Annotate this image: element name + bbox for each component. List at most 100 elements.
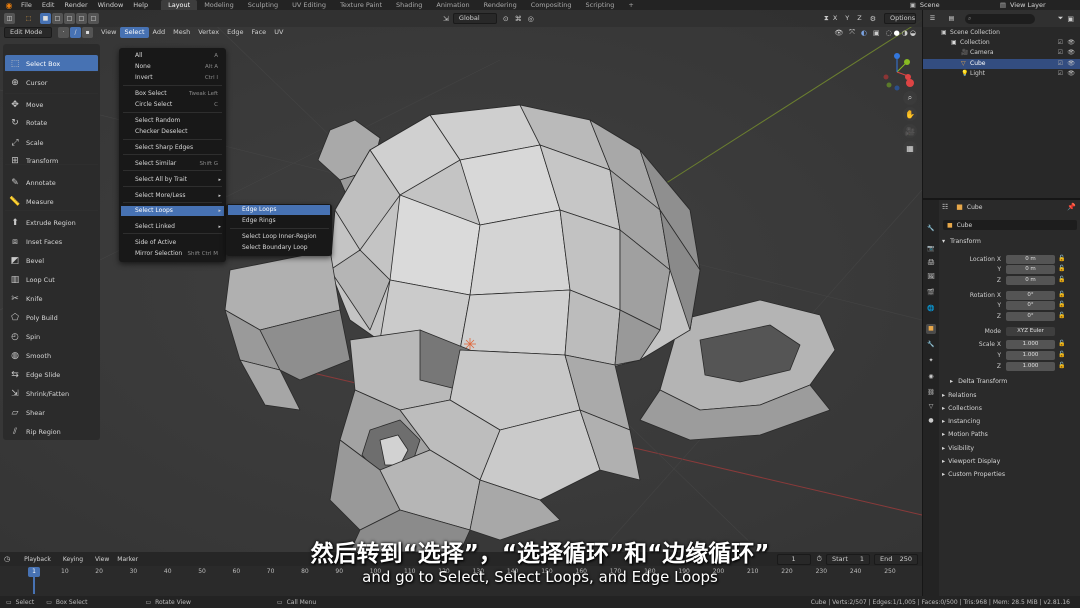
tool-inset-faces[interactable]: ⧈ Inset Faces	[5, 233, 98, 250]
lock-icon[interactable]: 🔓	[1058, 340, 1065, 347]
visibility-eye-icon[interactable]: 👁	[1067, 38, 1075, 48]
edge-select-icon[interactable]: /	[70, 27, 81, 38]
data-tab-icon[interactable]: ▽	[926, 402, 936, 412]
tool-transform[interactable]: ⊞ Transform	[5, 152, 98, 169]
outliner-row-camera[interactable]: 🎥 Camera ☑ 👁	[923, 48, 1080, 58]
scale-z-field[interactable]: 1.000	[1006, 362, 1055, 371]
tool-measure[interactable]: 📏 Measure	[5, 193, 98, 210]
workspace-tab-rendering[interactable]: Rendering	[477, 0, 524, 10]
select-menu-item-box-select[interactable]: Box Select Tweak Left	[121, 89, 224, 99]
select-menu-item-select-more-less[interactable]: Select More/Less ▸	[121, 191, 224, 201]
exclude-checkbox-icon[interactable]: ☑	[1058, 48, 1063, 58]
menu-file[interactable]: File	[16, 0, 37, 10]
tool-smooth[interactable]: ◍ Smooth	[5, 347, 98, 364]
rotation-x-field[interactable]: 0°	[1006, 291, 1055, 300]
menu-render[interactable]: Render	[59, 0, 92, 10]
select-menu-item-select-all-by-trait[interactable]: Select All by Trait ▸	[121, 175, 224, 185]
modifier-tab-icon[interactable]: 🔧	[926, 340, 936, 350]
invert-selection-icon[interactable]: □	[76, 13, 87, 24]
mirror-x-toggle[interactable]: X	[829, 13, 841, 24]
rotation-y-field[interactable]: 0°	[1006, 301, 1055, 310]
transform-panel-header[interactable]: ▾ Transform	[942, 238, 981, 245]
filter-icon[interactable]: ⏷	[1058, 14, 1064, 23]
workspace-tab-shading[interactable]: Shading	[389, 0, 429, 10]
particles-tab-icon[interactable]: ✦	[926, 356, 936, 366]
submenu-item-edge-rings[interactable]: Edge Rings	[228, 216, 330, 226]
vertex-select-icon[interactable]: ·	[58, 27, 69, 38]
exclude-checkbox-icon[interactable]: ☑	[1058, 69, 1063, 79]
render-tab-icon[interactable]: 📷	[926, 244, 936, 254]
panel-collections[interactable]: ▸ Collections	[942, 405, 982, 412]
workspace-tab-animation[interactable]: Animation	[429, 0, 476, 10]
workspace-tab-modeling[interactable]: Modeling	[197, 0, 241, 10]
transform-orientation-icon[interactable]: ⇲	[443, 15, 449, 23]
panel-visibility[interactable]: ▸ Visibility	[942, 445, 974, 452]
scale-x-field[interactable]: 1.000	[1006, 340, 1055, 349]
select-menu-item-all[interactable]: All A	[121, 51, 224, 61]
subtract-selection-icon[interactable]: □	[64, 13, 75, 24]
proportional-edit-icon[interactable]: ◎	[528, 15, 534, 23]
rotation-mode-dropdown[interactable]: XYZ Euler	[1006, 327, 1055, 336]
select-menu-item-mirror-selection[interactable]: Mirror Selection Shift Ctrl M	[121, 249, 224, 259]
camera-view-icon[interactable]: 🎥	[903, 124, 917, 138]
select-menu-item-invert[interactable]: Invert Ctrl I	[121, 73, 224, 83]
tool-loop-cut[interactable]: ▥ Loop Cut	[5, 271, 98, 288]
exclude-checkbox-icon[interactable]: ☑	[1058, 38, 1063, 48]
workspace-tab-layout[interactable]: Layout	[161, 0, 198, 10]
tool-cursor[interactable]: ⊕ Cursor	[5, 74, 98, 91]
outliner-row-cube[interactable]: ▽ Cube ☑ 👁	[923, 59, 1080, 69]
menu-uv[interactable]: UV	[270, 27, 287, 38]
shading-solid-icon[interactable]: ●	[894, 29, 900, 37]
mode-dropdown[interactable]: Edit Mode	[4, 27, 52, 38]
face-select-icon[interactable]: ▪	[82, 27, 93, 38]
view-layer-tab-icon[interactable]: 🖼	[926, 272, 936, 282]
select-menu-item-select-random[interactable]: Select Random	[121, 116, 224, 126]
menu-edge[interactable]: Edge	[223, 27, 247, 38]
location-z-field[interactable]: 0 m	[1006, 276, 1055, 285]
menu-view[interactable]: View	[97, 27, 120, 38]
lock-icon[interactable]: 🔓	[1058, 291, 1065, 298]
tool-poly-build[interactable]: ⬠ Poly Build	[5, 309, 98, 326]
blender-logo-icon[interactable]: ◉	[4, 0, 14, 10]
lock-icon[interactable]: 🔓	[1058, 255, 1065, 262]
lock-icon[interactable]: 🔓	[1058, 362, 1065, 369]
menu-face[interactable]: Face	[247, 27, 270, 38]
snap-icon[interactable]: ⌘	[515, 15, 522, 23]
new-selection-icon[interactable]: ■	[40, 13, 51, 24]
tool-tab-icon[interactable]: 🔧	[926, 224, 936, 234]
display-mode-icon[interactable]: ▤	[946, 13, 957, 24]
physics-tab-icon[interactable]: ◉	[926, 372, 936, 382]
transform-orientation-dropdown[interactable]: Global	[452, 13, 497, 24]
pan-hand-icon[interactable]: ✋	[903, 107, 917, 121]
outliner-row-collection[interactable]: ▣ Collection ☑ 👁	[923, 38, 1080, 48]
lock-icon[interactable]: 🔓	[1058, 276, 1065, 283]
exclude-checkbox-icon[interactable]: ☑	[1058, 59, 1063, 69]
submenu-item-select-boundary-loop[interactable]: Select Boundary Loop	[228, 243, 330, 253]
menu-select[interactable]: Select	[120, 27, 149, 38]
mirror-y-toggle[interactable]: Y	[841, 13, 853, 24]
visibility-eye-icon[interactable]: 👁	[1067, 48, 1075, 58]
workspace-tab-uv-editing[interactable]: UV Editing	[285, 0, 333, 10]
object-tab-icon[interactable]: ■	[926, 324, 936, 334]
scene-tab-icon[interactable]: 🎬	[926, 288, 936, 298]
zoom-icon[interactable]: ⌕	[903, 91, 917, 105]
perspective-toggle-icon[interactable]: ▦	[903, 141, 917, 155]
pivot-icon[interactable]: ⊙	[503, 15, 509, 23]
tool-spin[interactable]: ◴ Spin	[5, 328, 98, 345]
tool-annotate[interactable]: ✎ Annotate	[5, 174, 98, 191]
select-menu-item-select-linked[interactable]: Select Linked ▸	[121, 222, 224, 232]
tool-scale[interactable]: ⤢ Scale	[5, 134, 98, 151]
tool-rotate[interactable]: ↻ Rotate	[5, 114, 98, 131]
shading-material-icon[interactable]: ◑	[902, 29, 908, 37]
overlay-toggle-icon[interactable]: ◐	[861, 29, 867, 37]
tool-edge-slide[interactable]: ⇆ Edge Slide	[5, 366, 98, 383]
panel-motion-paths[interactable]: ▸ Motion Paths	[942, 431, 988, 438]
select-mode-icon[interactable]: ⬚	[23, 13, 34, 24]
constraints-tab-icon[interactable]: ⛓	[926, 388, 936, 398]
select-menu-item-side-of-active[interactable]: Side of Active	[121, 238, 224, 248]
menu-vertex[interactable]: Vertex	[194, 27, 223, 38]
lock-icon[interactable]: 🔓	[1058, 301, 1065, 308]
outliner-row-scene-collection[interactable]: ▣ Scene Collection	[923, 28, 1080, 38]
delta-transform-header[interactable]: ▸ Delta Transform	[950, 378, 1007, 385]
tool-extrude-region[interactable]: ⬆ Extrude Region	[5, 214, 98, 231]
